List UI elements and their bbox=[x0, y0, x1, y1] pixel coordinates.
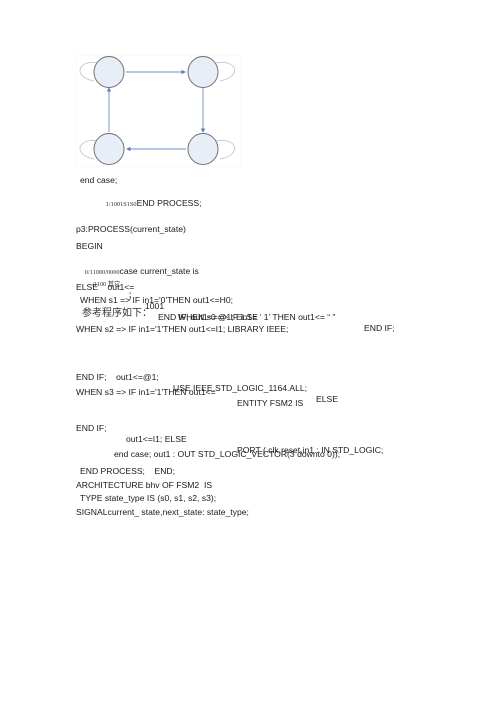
code-line-end-case: end case; bbox=[80, 175, 118, 185]
code-text: WHEN s3 => IF in1='1'THEN out1<= bbox=[76, 387, 216, 397]
state-node-s0 bbox=[93, 56, 125, 88]
code-text: ELSE bbox=[316, 394, 338, 404]
state-node-s1 bbox=[187, 56, 219, 88]
state-node-s2 bbox=[187, 133, 219, 165]
code-text: END IF; bbox=[364, 323, 395, 333]
code-line-architecture: ARCHITECTURE bhv OF FSM2 IS bbox=[76, 480, 213, 490]
code-line-port: END IF; out1<=I1; ELSE PORT ( clk,reset,… bbox=[0, 412, 500, 455]
code-line-reference-program: 参考程序如下： END IF; out1<=@1; ELSE bbox=[0, 308, 500, 323]
code-text: out1<=I1; ELSE bbox=[126, 434, 187, 444]
code-text: ENTITY FSM2 IS bbox=[237, 398, 304, 408]
garbled-label: 1/1001S1S0 bbox=[105, 201, 137, 208]
code-line-when-s3: WHEN s3 => IF in1='1'THEN out1<= ENTITY … bbox=[0, 376, 500, 408]
reference-program-label: 参考程序如下： bbox=[82, 308, 152, 319]
code-line-process-header: p3:PROCESS(current_state) bbox=[76, 224, 186, 234]
code-line-use-ieee: END IF; out1<=@1; USE IEEE.STD_LOGIC_116… bbox=[0, 361, 500, 404]
code-line-when-s0: /1100 其它 ； 1001 WHEN s0 => IF in1= ‘ 1’ … bbox=[0, 268, 500, 333]
code-line-begin: BEGIN bbox=[76, 241, 103, 251]
code-text: END PROCESS; bbox=[136, 198, 202, 208]
code-line-out1-port: end case; out1 : OUT STD_LOGIC_VECTOR(3 … bbox=[114, 449, 341, 459]
code-line-else-out1: ELSE out1<= bbox=[76, 282, 135, 292]
code-text: END IF; out1<=@1; ELSE bbox=[158, 312, 258, 322]
code-line-end-process-2: END PROCESS; END; bbox=[80, 466, 176, 476]
code-line-when-s2: WHEN s2 => IF in1='1'THEN out1<=I1; LIBR… bbox=[76, 324, 289, 334]
code-line-signal: SIGNALcurrent_ state,next_state: state_t… bbox=[76, 507, 249, 517]
state-node-s3 bbox=[93, 133, 125, 165]
code-line-when-s1: WHEN s1 => IF in1='0'THEN out1<=H0; bbox=[80, 295, 234, 305]
code-line-type: TYPE state_type IS (s0, s1, s2, s3); bbox=[80, 493, 217, 503]
code-text: END IF; bbox=[76, 423, 107, 433]
state-diagram bbox=[76, 55, 241, 167]
code-line-end-process-1: 1/1001S1S0END PROCESS; bbox=[101, 187, 202, 210]
